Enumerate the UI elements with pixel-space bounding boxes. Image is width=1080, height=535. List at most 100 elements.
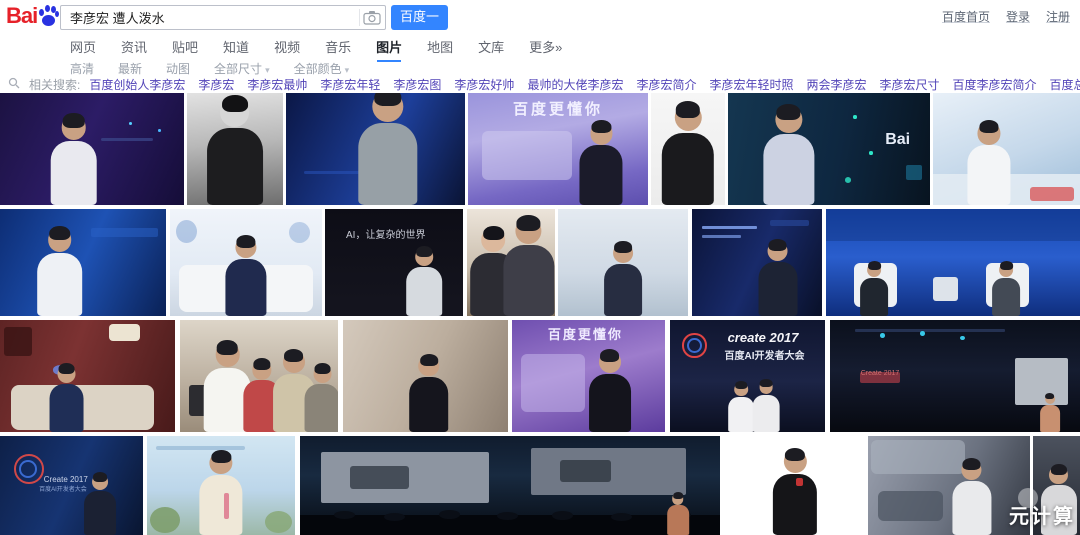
image-result-group-computer[interactable] (180, 320, 338, 432)
photo-detail (770, 220, 809, 226)
image-result-stage-wide-dark[interactable]: Create 2017 (830, 320, 1080, 432)
photo-text: Create 2017 (44, 476, 88, 485)
photo-detail (878, 491, 943, 521)
person-figure (407, 248, 443, 316)
photo-text: Bai (885, 131, 910, 149)
image-result-outdoor-interview[interactable] (147, 436, 295, 535)
photo-detail (796, 478, 803, 487)
person-figure (49, 365, 84, 432)
person-figure (305, 365, 338, 432)
photo-detail (109, 324, 141, 341)
person-figure (667, 493, 689, 535)
person-figure (662, 104, 714, 205)
photo-detail (702, 226, 757, 229)
photo-text: 百度AI开发者大会 (725, 351, 805, 362)
person-figure (758, 241, 797, 316)
image-result-panel-two-guests[interactable] (826, 209, 1080, 316)
photo-detail (91, 228, 157, 237)
baidu-image-search-page: Bai 图片 百度一下 百度首页登录注册 网页资讯贴吧知道视频音乐图片地图文库更… (0, 0, 1080, 535)
photo-detail (845, 177, 851, 183)
grid-row-1: AI，让复杂的世界 (0, 209, 1080, 316)
person-figure (358, 93, 417, 205)
image-result-create-2017-slide[interactable]: create 2017 百度AI开发者大会 (670, 320, 825, 432)
photo-detail (265, 511, 292, 533)
person-figure (207, 97, 263, 205)
person-figure (589, 351, 631, 432)
photo-detail (482, 131, 572, 180)
image-result-stage-purple-spotlight[interactable] (0, 93, 184, 205)
photo-text: 百度更懂你 (513, 102, 603, 119)
person-figure (952, 460, 991, 535)
image-result-couple-photo[interactable] (467, 209, 555, 316)
image-result-tv-interview-set[interactable] (0, 320, 175, 432)
photo-detail (224, 493, 229, 519)
photo-detail (334, 511, 355, 519)
photo-text: create 2017 (728, 331, 799, 345)
person-figure (503, 218, 554, 316)
photo-text: Create 2017 (861, 370, 900, 378)
person-figure (1040, 394, 1060, 432)
photo-detail (960, 336, 965, 340)
image-result-portrait-dark-blue[interactable] (286, 93, 465, 205)
photo-detail (158, 129, 161, 132)
photo-detail (129, 122, 133, 125)
image-result-suit-badge-white[interactable] (725, 436, 865, 535)
image-result-circuit-baidu-stage[interactable]: Bai (728, 93, 930, 205)
person-figure (199, 452, 242, 535)
person-figure (773, 450, 817, 535)
grid-row-3: Create 2017 百度AI开发者大会 (0, 436, 1080, 535)
image-result-stage-beige[interactable] (343, 320, 508, 432)
person-figure (763, 106, 814, 205)
image-result-couch-event[interactable] (170, 209, 322, 316)
photo-detail (933, 277, 958, 301)
image-result-baidu-slide-2[interactable]: 百度更懂你 (512, 320, 665, 432)
photo-detail (19, 460, 37, 478)
person-figure (992, 263, 1020, 317)
image-result-suit-full-white[interactable] (651, 93, 725, 205)
image-result-bw-portrait[interactable] (187, 93, 283, 205)
image-result-ai-slide[interactable]: AI，让复杂的世界 (325, 209, 463, 316)
person-figure (604, 243, 642, 316)
photo-detail (906, 165, 922, 181)
photo-detail (289, 222, 310, 243)
photo-detail (439, 510, 460, 519)
person-figure (967, 122, 1010, 205)
photo-detail (880, 333, 885, 337)
image-result-create-stage[interactable]: Create 2017 百度AI开发者大会 (0, 436, 143, 535)
photo-detail (826, 209, 1080, 241)
photo-detail (869, 151, 873, 154)
photo-detail (350, 466, 409, 490)
photo-text: 百度AI开发者大会 (39, 487, 87, 494)
photo-detail (560, 460, 610, 482)
photo-detail (702, 235, 741, 238)
grid-row-2: 百度更懂你 create 2017 百度AI开发者大会 Create 2017 (0, 320, 1080, 432)
image-result-baidu-slide-1[interactable]: 百度更懂你 (468, 93, 648, 205)
image-result-stage-car-screens[interactable] (300, 436, 720, 535)
image-result-car-phone[interactable] (868, 436, 1030, 535)
person-figure (753, 380, 780, 432)
photo-detail (4, 327, 32, 356)
photo-detail (871, 440, 965, 474)
photo-detail (920, 331, 925, 335)
person-figure (37, 228, 83, 316)
photo-detail (853, 115, 857, 118)
photo-detail (150, 507, 180, 533)
person-figure (728, 383, 754, 432)
image-result-conference-dark[interactable] (692, 209, 822, 316)
person-figure (225, 237, 266, 316)
image-result-stage-light-fullbody[interactable] (558, 209, 688, 316)
person-figure (84, 474, 116, 535)
photo-text: AI，让复杂的世界 (346, 230, 425, 241)
person-figure (409, 356, 449, 432)
photo-detail (855, 329, 1005, 332)
photo-detail (156, 446, 245, 450)
image-result-seated-portrait-light[interactable] (933, 93, 1080, 205)
person-figure (860, 263, 888, 317)
person-figure (50, 115, 97, 205)
photo-detail (101, 138, 153, 141)
person-figure (580, 122, 623, 205)
image-result-stage-blue-mic[interactable] (0, 209, 166, 316)
image-grid: 百度更懂你BaiAI，让复杂的世界百度更懂你create 2017百度AI开发者… (0, 0, 1080, 535)
watermark: 元计算 (1009, 500, 1075, 529)
photo-detail (521, 354, 585, 412)
